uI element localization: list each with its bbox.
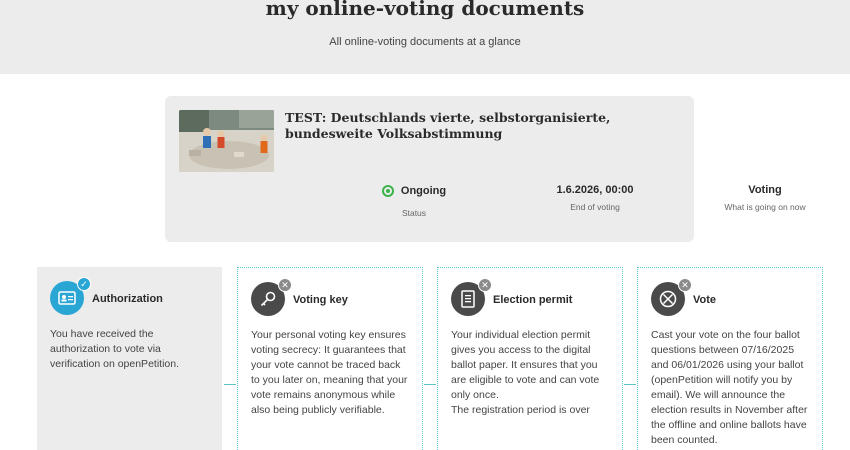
step-description: Your personal voting key ensures voting … xyxy=(251,329,408,416)
step-voting-key: ✕ Voting key Your personal voting key en… xyxy=(237,267,423,450)
step-title: Election permit xyxy=(493,294,573,306)
vote-title[interactable]: TEST: Deutschlands vierte, selbstorganis… xyxy=(285,110,665,142)
check-icon: ✓ xyxy=(77,277,91,291)
page-header: my online-voting documents All online-vo… xyxy=(0,0,850,74)
end-of-voting-stat: 1.6.2026, 00:00 End of voting xyxy=(520,184,670,212)
step-description: Your individual election permit gives yo… xyxy=(451,329,600,416)
vote-card[interactable]: TEST: Deutschlands vierte, selbstorganis… xyxy=(165,96,806,242)
step-title: Voting key xyxy=(293,294,348,306)
step-connector xyxy=(424,384,436,385)
status-ok-icon xyxy=(381,185,394,197)
status-stat: Ongoing Status xyxy=(339,184,489,218)
step-description: Cast your vote on the four ballot questi… xyxy=(651,329,808,446)
current-phase-value: Voting xyxy=(748,184,782,196)
status-label: Status xyxy=(401,208,427,218)
cross-icon: ✕ xyxy=(278,278,292,292)
current-phase-label: What is going on now xyxy=(724,202,806,212)
step-connector xyxy=(224,384,236,385)
step-authorization: ✓ Authorization You have received the au… xyxy=(37,267,222,450)
step-vote: ✕ Vote Cast your vote on the four ballot… xyxy=(637,267,823,450)
step-description: You have received the authorization to v… xyxy=(50,328,179,370)
cross-icon: ✕ xyxy=(478,278,492,292)
cross-icon: ✕ xyxy=(678,278,692,292)
current-phase-stat: Voting What is going on now xyxy=(690,184,840,212)
step-title: Authorization xyxy=(92,293,163,305)
end-of-voting-label: End of voting xyxy=(570,202,620,212)
step-connector xyxy=(624,384,636,385)
vote-thumbnail-image xyxy=(179,110,274,172)
page-subtitle: All online-voting documents at a glance xyxy=(329,36,521,48)
step-title: Vote xyxy=(693,294,717,306)
status-value: Ongoing xyxy=(400,185,447,197)
page-title: my online-voting documents xyxy=(265,0,585,20)
step-election-permit: ✕ Election permit Your individual electi… xyxy=(437,267,623,450)
end-of-voting-value: 1.6.2026, 00:00 xyxy=(556,184,634,196)
